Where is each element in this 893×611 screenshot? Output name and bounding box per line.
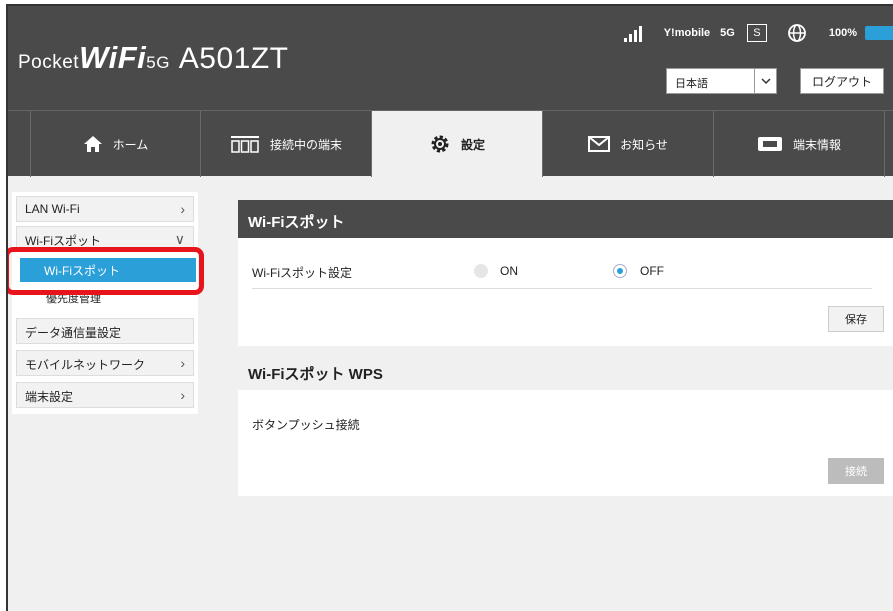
push-button-label: ボタンプッシュ接続: [252, 418, 360, 432]
brand-pocket: Pocket: [18, 52, 80, 73]
devices-icon: [230, 136, 259, 153]
sim-badge: S: [746, 24, 767, 42]
connect-button[interactable]: 接続: [828, 458, 884, 484]
tab-settings[interactable]: 設定: [372, 111, 543, 177]
battery-text: 100%: [828, 27, 857, 39]
language-select[interactable]: 日本語: [666, 68, 777, 94]
chevron-down-icon: [754, 69, 776, 93]
section-title-wps: Wi-Fiスポット WPS: [238, 352, 893, 390]
status-bar: Y!mobile 5G S 100%: [623, 20, 893, 46]
chevron-right-icon: ›: [180, 387, 185, 403]
signal-icon: [623, 24, 646, 42]
sidebar-item-mobile-network[interactable]: モバイルネットワーク ›: [16, 350, 194, 376]
save-button[interactable]: 保存: [828, 306, 884, 332]
brand-logo: PocketWiFi5G A501ZT: [18, 40, 289, 76]
carrier-name: Y!mobile: [663, 27, 711, 39]
sidebar-item-label: Wi-Fiスポット: [25, 234, 101, 248]
home-icon: [83, 136, 102, 152]
brand-wifi: WiFi: [79, 40, 147, 75]
radio-off[interactable]: [613, 264, 627, 278]
sidebar-item-lan-wifi[interactable]: LAN Wi-Fi ›: [16, 196, 194, 222]
chevron-down-icon: ∨: [174, 231, 185, 247]
section-title-wifi-spot: Wi-Fiスポット: [238, 200, 893, 238]
wifi-spot-panel: Wi-Fiスポット Wi-Fiスポット設定 ON OFF 保存: [238, 200, 893, 346]
chevron-right-icon: ›: [180, 355, 185, 371]
mail-icon: [588, 136, 611, 152]
wifi-spot-setting-label: Wi-Fiスポット設定: [252, 266, 352, 280]
sidebar: LAN Wi-Fi › Wi-Fiスポット ∨ Wi-Fiスポット 優先度管理 …: [12, 192, 198, 414]
radio-on-label: ON: [500, 264, 518, 278]
tab-device-info-label: 端末情報: [792, 137, 841, 152]
divider: [252, 288, 872, 289]
sidebar-item-label: 端末設定: [25, 390, 74, 404]
tab-news[interactable]: お知らせ: [543, 111, 714, 177]
header: PocketWiFi5G A501ZT Y!mobile 5G S 100% 日…: [8, 6, 893, 110]
brand-model: A501ZT: [178, 42, 289, 75]
sidebar-item-data-usage[interactable]: データ通信量設定: [16, 318, 194, 344]
main-tabs: ホーム 接続中の端末 設定 お知らせ 端末情報: [8, 110, 893, 177]
chevron-right-icon: ›: [180, 201, 185, 217]
sidebar-item-device-settings[interactable]: 端末設定 ›: [16, 382, 194, 408]
language-value: 日本語: [675, 78, 708, 90]
logout-button[interactable]: ログアウト: [800, 68, 884, 94]
wps-panel: Wi-Fiスポット WPS ボタンプッシュ接続 接続: [238, 352, 893, 496]
tab-settings-label: 設定: [460, 137, 485, 152]
sidebar-item-label: LAN Wi-Fi: [25, 202, 80, 216]
device-info-icon: [757, 137, 782, 151]
tab-devices[interactable]: 接続中の端末: [201, 111, 372, 177]
tab-home-label: ホーム: [112, 137, 149, 152]
battery-icon: [865, 26, 893, 40]
tab-home[interactable]: ホーム: [30, 111, 201, 177]
gear-icon: [431, 135, 449, 153]
tab-news-label: お知らせ: [620, 137, 668, 152]
brand-5g: 5G: [146, 53, 170, 72]
radio-on[interactable]: [474, 264, 488, 278]
tab-device-info[interactable]: 端末情報: [714, 111, 885, 177]
app-frame: PocketWiFi5G A501ZT Y!mobile 5G S 100% 日…: [6, 4, 893, 611]
globe-icon: [787, 24, 806, 42]
sidebar-item-label: モバイルネットワーク: [25, 358, 146, 372]
radio-off-label: OFF: [640, 264, 664, 278]
sidebar-item-label: データ通信量設定: [25, 326, 122, 340]
network-type: 5G: [720, 27, 735, 39]
highlight-box: [8, 247, 204, 295]
tab-devices-label: 接続中の端末: [269, 137, 342, 152]
